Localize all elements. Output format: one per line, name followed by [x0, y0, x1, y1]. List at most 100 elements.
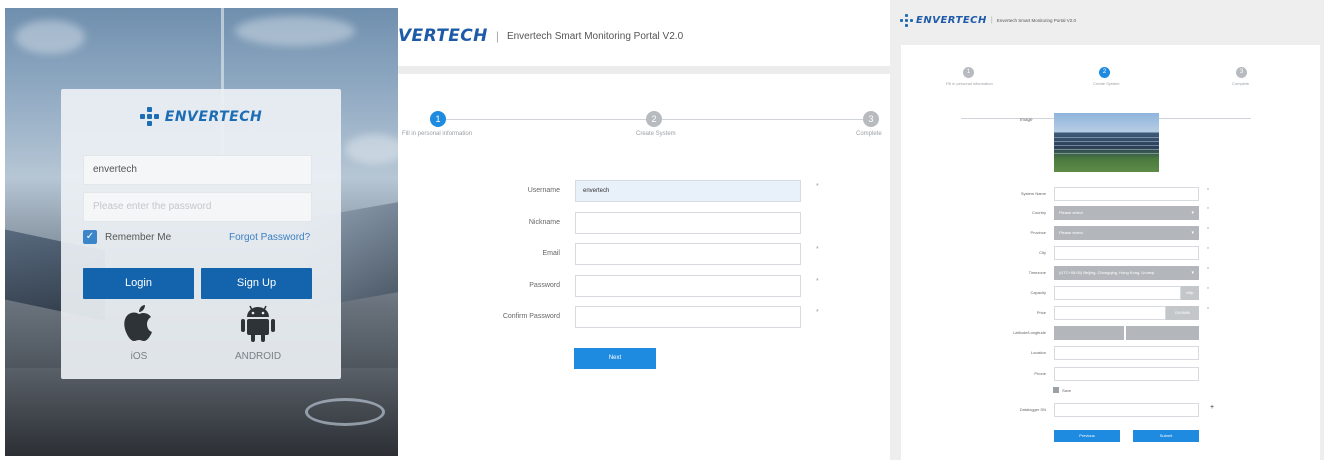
country-value: Please select: [1059, 210, 1083, 215]
previous-button[interactable]: Previous: [1054, 430, 1120, 442]
longitude-input[interactable]: [1126, 326, 1199, 340]
required-marker: *: [1207, 267, 1209, 273]
step-3-label: Complete: [856, 131, 882, 137]
required-marker: *: [816, 278, 819, 285]
registration-screen: VERTECH | Envertech Smart Monitoring Por…: [398, 0, 890, 460]
brand-logo: ENVERTECH: [61, 107, 341, 127]
portal-title: Envertech Smart Monitoring Portal V2.0: [506, 30, 684, 42]
step-1-indicator: 1: [963, 67, 974, 78]
required-marker: *: [816, 309, 819, 316]
required-marker: *: [816, 246, 819, 253]
password-input[interactable]: [575, 275, 801, 297]
required-marker: *: [816, 183, 819, 190]
confirm-password-row: Confirm Password *: [496, 306, 890, 328]
ios-label: iOS: [130, 351, 148, 362]
step-2-label: Create System: [1093, 81, 1120, 86]
add-datalogger-button[interactable]: +: [1210, 404, 1214, 411]
country-select[interactable]: Please select ▾: [1054, 206, 1199, 220]
province-label: Province: [1030, 230, 1046, 235]
chevron-down-icon: ▾: [1191, 270, 1194, 276]
remember-me-label: Remember Me: [105, 231, 172, 243]
login-screen: ENVERTECH envertech Please enter the pas…: [5, 8, 398, 456]
province-select[interactable]: Please select ▾: [1054, 226, 1199, 240]
capacity-label: Capacity: [1030, 290, 1046, 295]
required-marker: *: [1207, 287, 1209, 293]
city-input[interactable]: [1054, 246, 1199, 260]
username-input[interactable]: envertech: [575, 180, 801, 202]
location-label: Location: [1030, 350, 1046, 355]
required-marker: *: [1207, 227, 1209, 233]
save-checkbox-row[interactable]: Save: [1053, 387, 1071, 393]
ios-download[interactable]: iOS: [104, 303, 174, 362]
header-separator: |: [495, 29, 499, 43]
system-name-label: System Name: [1020, 191, 1046, 196]
android-label: ANDROID: [234, 351, 282, 362]
image-label: Image: [1020, 117, 1033, 122]
step-1-label: Fill in personal information: [946, 81, 993, 86]
confirm-password-input[interactable]: [575, 306, 801, 328]
phone-input[interactable]: [1054, 367, 1199, 381]
email-row: Email *: [496, 243, 890, 265]
username-input[interactable]: envertech: [83, 155, 312, 185]
brand-name: ENVERTECH: [916, 15, 987, 26]
password-input[interactable]: Please enter the password: [83, 192, 312, 222]
background-ring: [305, 398, 385, 426]
email-label: Email: [542, 250, 560, 257]
datalogger-sn-input[interactable]: [1054, 403, 1199, 417]
step-2-label: Create System: [636, 131, 676, 137]
capacity-unit: kWp: [1181, 286, 1199, 300]
datalogger-row: Datalogger SN: [990, 403, 1320, 417]
portal-header: ENVERTECH | Envertech Smart Monitoring P…: [900, 14, 1076, 27]
portal-title: Envertech Smart Monitoring Portal V2.0: [996, 18, 1077, 23]
nickname-label: Nickname: [528, 219, 560, 226]
password-row: Password *: [496, 275, 890, 297]
password-label: Password: [529, 282, 560, 289]
latitude-input[interactable]: [1054, 326, 1124, 340]
background-cloud: [235, 16, 355, 46]
background-cloud: [15, 20, 85, 54]
timezone-row: Timezone (UTC+08:00) Beijing, Chongqing,…: [990, 266, 1320, 280]
system-name-input[interactable]: [1054, 187, 1199, 201]
android-download[interactable]: ANDROID: [223, 303, 293, 362]
nickname-input[interactable]: [575, 212, 801, 234]
header-separator: |: [990, 17, 993, 24]
price-label: Price: [1036, 310, 1046, 315]
lat-long-row: Latitude/Longitude: [990, 326, 1320, 340]
forgot-password-link[interactable]: Forgot Password?: [229, 232, 310, 243]
chevron-down-icon: ▾: [1191, 210, 1194, 216]
lat-long-inputs[interactable]: [1054, 326, 1199, 340]
required-marker: *: [1207, 307, 1209, 313]
username-row: Username envertech *: [496, 180, 890, 202]
android-icon: [223, 303, 293, 343]
confirm-password-label: Confirm Password: [502, 313, 560, 320]
city-label: City: [1039, 250, 1046, 255]
login-button[interactable]: Login: [83, 268, 194, 299]
nickname-row: Nickname: [496, 212, 890, 234]
save-checkbox[interactable]: [1053, 387, 1059, 393]
step-3-indicator: 3: [863, 111, 879, 127]
lat-long-label: Latitude/Longitude: [1013, 330, 1046, 335]
required-marker: *: [1207, 188, 1209, 194]
signup-button[interactable]: Sign Up: [201, 268, 312, 299]
city-row: City *: [990, 246, 1320, 260]
envertech-logo-icon: [139, 107, 160, 127]
username-label: Username: [527, 187, 560, 194]
envertech-logo-icon: [900, 14, 913, 27]
remember-me[interactable]: ✓ Remember Me: [83, 230, 171, 244]
system-photo[interactable]: [1054, 113, 1159, 172]
step-2-indicator: 2: [646, 111, 662, 127]
location-input[interactable]: [1054, 346, 1199, 360]
datalogger-label: Datalogger SN: [1019, 407, 1046, 412]
timezone-select[interactable]: (UTC+08:00) Beijing, Chongqing, Hong Kon…: [1054, 266, 1199, 280]
required-marker: *: [1207, 247, 1209, 253]
system-name-row: System Name *: [990, 187, 1320, 201]
capacity-input[interactable]: [1054, 286, 1181, 300]
price-currency-select[interactable]: CNY/kWh: [1166, 306, 1199, 320]
remember-me-checkbox[interactable]: ✓: [83, 230, 97, 244]
next-button[interactable]: Next: [574, 348, 656, 369]
submit-button[interactable]: Submit: [1133, 430, 1199, 442]
phone-label: Phone: [1034, 371, 1046, 376]
email-input[interactable]: [575, 243, 801, 265]
price-input[interactable]: [1054, 306, 1166, 320]
create-system-screen: ENVERTECH | Envertech Smart Monitoring P…: [890, 0, 1324, 460]
